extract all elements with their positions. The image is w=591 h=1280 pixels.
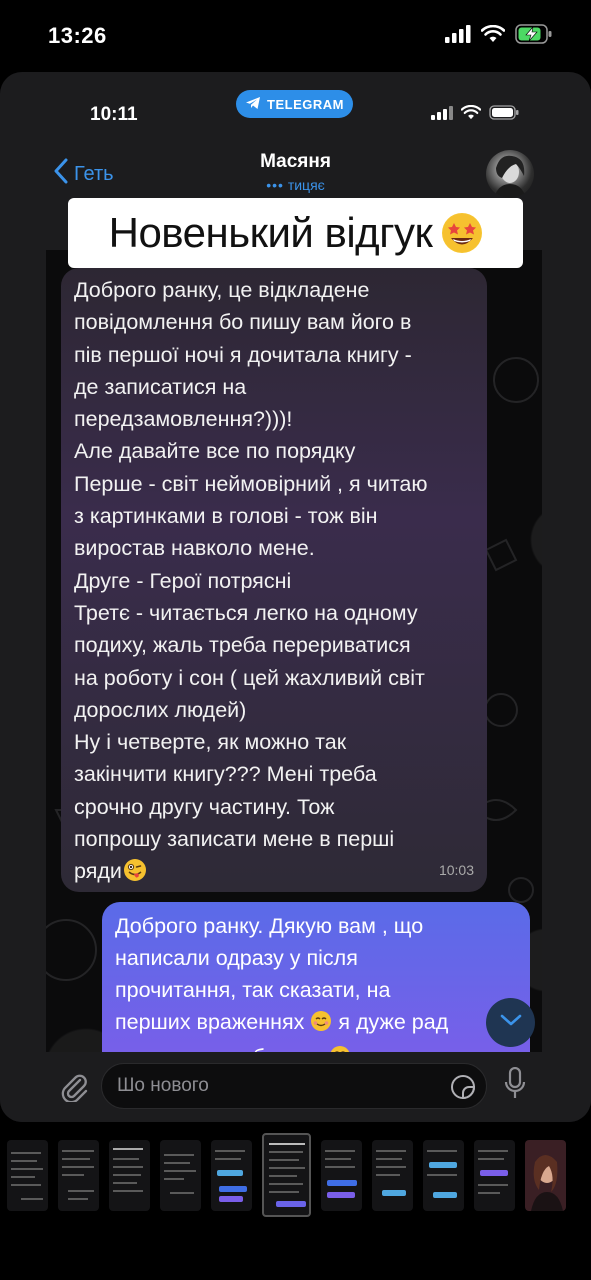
story-thumbnail[interactable] — [58, 1139, 99, 1211]
story-thumbnail[interactable] — [160, 1139, 201, 1211]
story-thumbnail[interactable] — [372, 1139, 413, 1211]
message-input-placeholder: Шо нового — [117, 1075, 209, 1096]
inner-status-icons — [431, 104, 519, 125]
message-line: Ну і четверте, як можно так — [74, 730, 347, 755]
telegram-badge[interactable]: TELEGRAM — [236, 90, 353, 118]
smiling-emoji-icon — [310, 1009, 332, 1041]
message-line: Але давайте все по порядку — [74, 439, 356, 464]
avatar[interactable] — [486, 150, 534, 198]
story-thumbnail[interactable] — [7, 1139, 48, 1211]
message-input[interactable]: Шо нового — [101, 1063, 487, 1109]
message-line: де записатися на — [74, 374, 247, 399]
inner-time: 10:11 — [90, 104, 138, 125]
incoming-message-bubble[interactable]: Доброго ранку, це відкладене повідомленн… — [61, 268, 487, 892]
banner-title: Новенький відгук — [108, 209, 433, 256]
typing-dots-icon: ••• — [266, 177, 284, 193]
signal-icon — [445, 24, 471, 48]
message-line: прочитання, так сказати, на — [115, 978, 391, 1002]
battery-icon — [489, 105, 519, 125]
story-thumbnail[interactable] — [474, 1139, 515, 1211]
battery-charging-icon — [515, 23, 553, 49]
story-thumbnail-active[interactable] — [262, 1133, 311, 1217]
message-line: пів першої ночі я дочитала книгу - — [74, 342, 412, 367]
message-line: дорослих людей) — [74, 697, 247, 722]
outer-time: 13:26 — [48, 23, 107, 48]
message-line: виростав навколо мене. — [74, 536, 315, 561]
telegram-icon — [245, 96, 261, 113]
message-input-bar: Шо нового — [0, 1052, 591, 1122]
chevron-down-icon — [500, 1013, 522, 1032]
message-line: ряди — [74, 855, 477, 891]
microphone-icon[interactable] — [504, 1066, 526, 1106]
message-line-text: я дуже рад — [338, 1010, 449, 1034]
message-time: 10:03 — [438, 861, 474, 878]
message-line: попрошу записати мене в перші — [74, 827, 395, 852]
story-thumbnail[interactable] — [423, 1139, 464, 1211]
scroll-down-button[interactable] — [486, 998, 535, 1047]
message-line: з картинками в голові - тож він — [74, 504, 378, 529]
outgoing-message-bubble[interactable]: Доброго ранку. Дякую вам , що написали о… — [102, 902, 530, 1072]
message-line: написали одразу у після — [115, 946, 358, 970]
message-line: Перше - світ неймовірний , я читаю — [74, 471, 428, 496]
story-thumbnail[interactable] — [211, 1139, 252, 1211]
message-line: закінчити книгу??? Мені треба — [74, 762, 377, 787]
message-line-text: ряди — [74, 859, 122, 884]
message-line: Друге - Герої потрясні — [74, 568, 292, 593]
outer-status-bar: 13:26 — [0, 0, 591, 72]
review-banner: Новенький відгук — [68, 198, 523, 268]
story-thumbnail[interactable] — [321, 1139, 362, 1211]
message-line: срочно другу частину. Тож — [74, 794, 335, 819]
paperclip-icon[interactable] — [60, 1070, 88, 1107]
winking-tongue-emoji-icon — [123, 858, 147, 891]
contact-status-text: тицяє — [287, 177, 325, 193]
story-thumbnail[interactable] — [109, 1139, 150, 1211]
message-line: перших враженнях я дуже рад — [115, 1006, 520, 1041]
story-card: 10:11 TELEGRAM Геть Масяня ••• тицяє Нов… — [0, 72, 591, 1122]
wifi-icon — [480, 24, 506, 48]
telegram-badge-label: TELEGRAM — [267, 96, 344, 112]
message-line-text: перших враженнях — [115, 1010, 305, 1034]
story-thumbnails — [0, 1130, 591, 1220]
message-line: передзамовлення?)))! — [74, 407, 293, 432]
message-line: Третє - читається легко на одному — [74, 600, 418, 625]
wifi-icon — [460, 104, 482, 125]
sticker-icon[interactable] — [450, 1074, 476, 1106]
message-line: повідомлення бо пишу вам його в — [74, 310, 412, 335]
outer-status-icons — [445, 23, 553, 49]
message-line: на роботу і сон ( цей жахливий світ — [74, 665, 425, 690]
signal-icon — [431, 105, 453, 125]
story-thumbnail-photo[interactable] — [525, 1139, 566, 1211]
message-line: Доброго ранку. Дякую вам , що — [115, 914, 424, 938]
star-struck-emoji-icon — [442, 213, 483, 253]
message-line: подиху, жаль треба перериватися — [74, 633, 411, 658]
message-line: Доброго ранку, це відкладене — [74, 278, 370, 302]
